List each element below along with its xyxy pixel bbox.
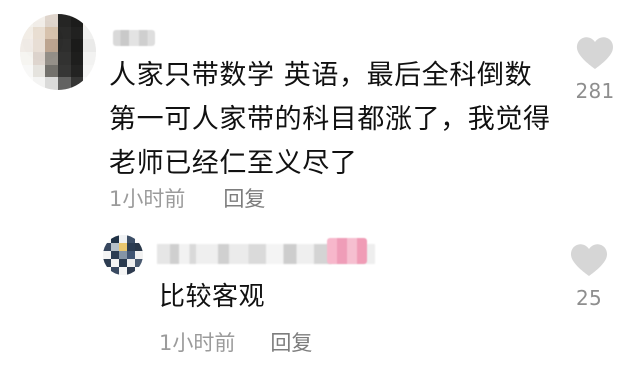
reply-text: 比较客观 [159,282,266,312]
reply-like-button[interactable]: 25 [562,242,616,310]
reply-badge-blurred [327,238,367,264]
comment-time: 1小时前 [109,187,186,211]
avatar-mosaic [20,14,96,90]
reply-button[interactable]: 回复 [223,183,265,213]
reply-like-count: 25 [575,286,603,310]
comment-meta: 1小时前 回复 [109,183,265,213]
reply-time: 1小时前 [159,331,236,355]
comment-like-button[interactable]: 281 [568,35,622,105]
reply-item: 比较客观 1小时前 回复 [103,232,623,362]
heart-icon [576,37,614,69]
reply-avatar[interactable] [103,235,143,275]
reply-meta: 1小时前 回复 [159,327,312,357]
comment-text: 人家只带数学 英语，最后全科倒数第一可人家带的科目都涨了，我觉得老师已经仁至义尽… [109,60,551,179]
avatar[interactable] [20,14,96,90]
username-blurred[interactable] [113,30,155,46]
comment-like-count: 281 [575,79,615,103]
reply-reply-button[interactable]: 回复 [270,327,312,357]
reply-avatar-mosaic [103,235,143,275]
heart-icon [570,244,608,276]
